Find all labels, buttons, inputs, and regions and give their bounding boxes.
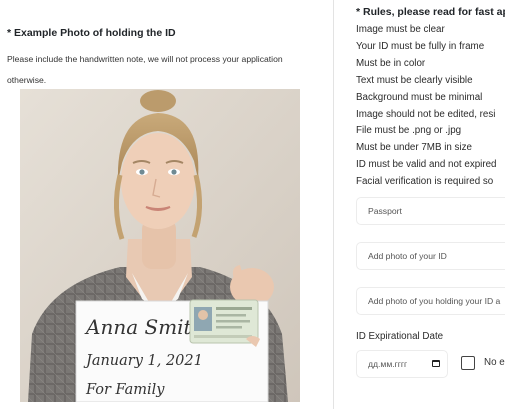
id-card-icon bbox=[189, 299, 260, 347]
column-divider bbox=[333, 0, 334, 409]
holding-id-photo-upload-field[interactable]: Add photo of you holding your ID a bbox=[356, 287, 505, 315]
rule-item: Your ID must be fully in frame bbox=[356, 40, 485, 52]
date-placeholder: дд.мм.гггг bbox=[368, 359, 408, 369]
rule-item: Image must be clear bbox=[356, 24, 445, 35]
example-panel: * Example Photo of holding the ID Please… bbox=[0, 0, 330, 409]
rule-item: Image should not be edited, resi bbox=[356, 108, 496, 120]
id-photo-upload-field[interactable]: Add photo of your ID bbox=[356, 242, 505, 270]
example-description: Please include the handwritten note, we … bbox=[7, 54, 283, 85]
rule-item: Text must be clearly visible bbox=[356, 74, 473, 86]
rule-item: File must be .png or .jpg bbox=[356, 125, 462, 137]
rule-item: Must be under 7MB in size bbox=[356, 142, 472, 154]
no-expiration-label: No e bbox=[484, 357, 505, 368]
calendar-icon[interactable] bbox=[432, 360, 440, 367]
example-photo: Anna Smith January 1, 2021 For Family bbox=[20, 89, 300, 402]
note-line-2: January 1, 2021 bbox=[83, 353, 203, 369]
note-line-1: Anna Smith bbox=[84, 315, 204, 339]
rules-panel: * Rules, please read for fast app Image … bbox=[356, 0, 505, 409]
passport-field[interactable]: Passport bbox=[356, 197, 505, 225]
expiration-date-label: ID Expirational Date bbox=[356, 331, 444, 342]
rule-item: Must be in color bbox=[356, 57, 426, 69]
rule-item: ID must be valid and not expired bbox=[356, 159, 497, 171]
rules-title: * Rules, please read for fast app bbox=[356, 6, 505, 18]
rules-list: Image must be clear Your ID must be full… bbox=[356, 22, 497, 191]
rule-item: Background must be minimal bbox=[356, 91, 483, 103]
expiration-date-input[interactable]: дд.мм.гггг bbox=[356, 350, 448, 378]
example-title: * Example Photo of holding the ID bbox=[7, 27, 176, 39]
note-line-3: For Family bbox=[85, 382, 165, 398]
rule-item: Facial verification is required so bbox=[356, 176, 494, 188]
no-expiration-checkbox[interactable] bbox=[461, 356, 475, 370]
